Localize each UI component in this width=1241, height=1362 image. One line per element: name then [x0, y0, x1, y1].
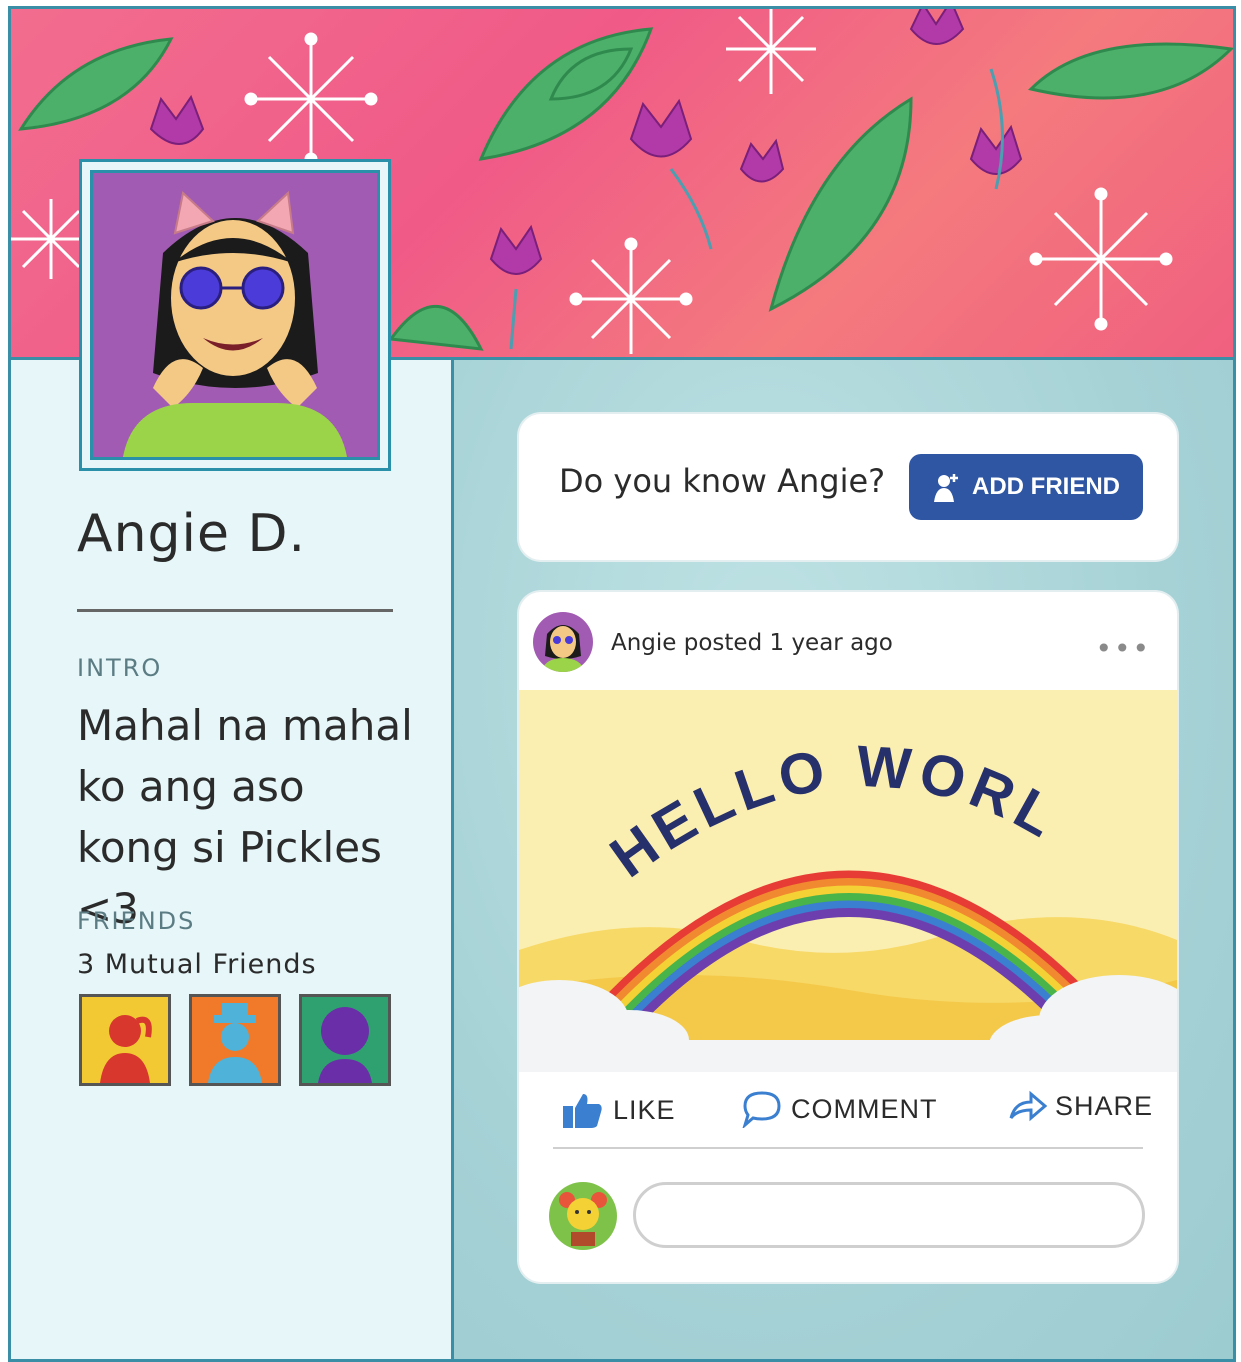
- friend-suggestion-card: Do you know Angie? ADD FRIEND: [519, 414, 1177, 560]
- profile-avatar[interactable]: [79, 159, 391, 471]
- like-button[interactable]: LIKE: [561, 1090, 676, 1130]
- avatar-icon: [123, 190, 347, 457]
- svg-text:HELLO WORLD: HELLO WORLD: [519, 690, 1071, 890]
- intro-text: Mahal na mahal ko ang aso kong si Pickle…: [77, 701, 413, 933]
- profile-name: Angie D.: [77, 504, 307, 564]
- mutual-friend-2[interactable]: [189, 994, 281, 1086]
- friend-avatar-icon: [208, 1003, 262, 1083]
- add-user-icon: [934, 474, 958, 502]
- more-options-icon[interactable]: •••: [1095, 632, 1151, 665]
- name-divider: [77, 609, 393, 612]
- post-author-avatar[interactable]: [533, 612, 593, 672]
- friend-avatar-icon: [318, 1007, 372, 1083]
- actions-divider: [553, 1147, 1143, 1149]
- add-friend-label: ADD FRIEND: [972, 473, 1120, 500]
- commenter-avatar: [549, 1182, 617, 1250]
- rainbow-illustration: HELLO WORLD: [519, 690, 1177, 1072]
- post-image[interactable]: HELLO WORLD: [519, 690, 1177, 1072]
- mutual-friends-count[interactable]: 3 Mutual Friends: [77, 949, 317, 980]
- comment-label: COMMENT: [791, 1093, 938, 1124]
- post-actions: LIKE COMMENT SHARE: [519, 1070, 1177, 1142]
- comment-bubble-icon: [742, 1091, 781, 1128]
- post-header: Angie posted 1 year ago •••: [519, 592, 1177, 690]
- mutual-friend-1[interactable]: [79, 994, 171, 1086]
- commenter-avatar-icon: [559, 1192, 607, 1246]
- comment-input[interactable]: [633, 1182, 1145, 1248]
- friend-question: Do you know Angie?: [559, 462, 886, 500]
- post-card: Angie posted 1 year ago ••• HELLO WORL L…: [519, 592, 1177, 1282]
- post-image-text: HELLO WORLD: [519, 690, 1065, 890]
- share-button[interactable]: SHARE: [1009, 1090, 1153, 1122]
- friends-label: FRIENDS: [77, 907, 196, 935]
- like-label: LIKE: [613, 1094, 676, 1125]
- post-meta: Angie posted 1 year ago: [611, 630, 893, 656]
- comment-button[interactable]: COMMENT: [741, 1090, 937, 1128]
- author-avatar-icon: [541, 625, 585, 672]
- intro-label: INTRO: [77, 654, 163, 682]
- avatar-illustration: [90, 170, 380, 460]
- share-arrow-icon: [1009, 1090, 1047, 1122]
- mutual-friend-3[interactable]: [299, 994, 391, 1086]
- thumbs-up-icon: [563, 1094, 602, 1128]
- add-friend-button[interactable]: ADD FRIEND: [909, 454, 1143, 520]
- share-label: SHARE: [1055, 1090, 1154, 1121]
- friend-avatar-icon: [100, 1015, 152, 1083]
- profile-page: Angie D. INTRO Mahal na mahal ko ang aso…: [8, 6, 1236, 1362]
